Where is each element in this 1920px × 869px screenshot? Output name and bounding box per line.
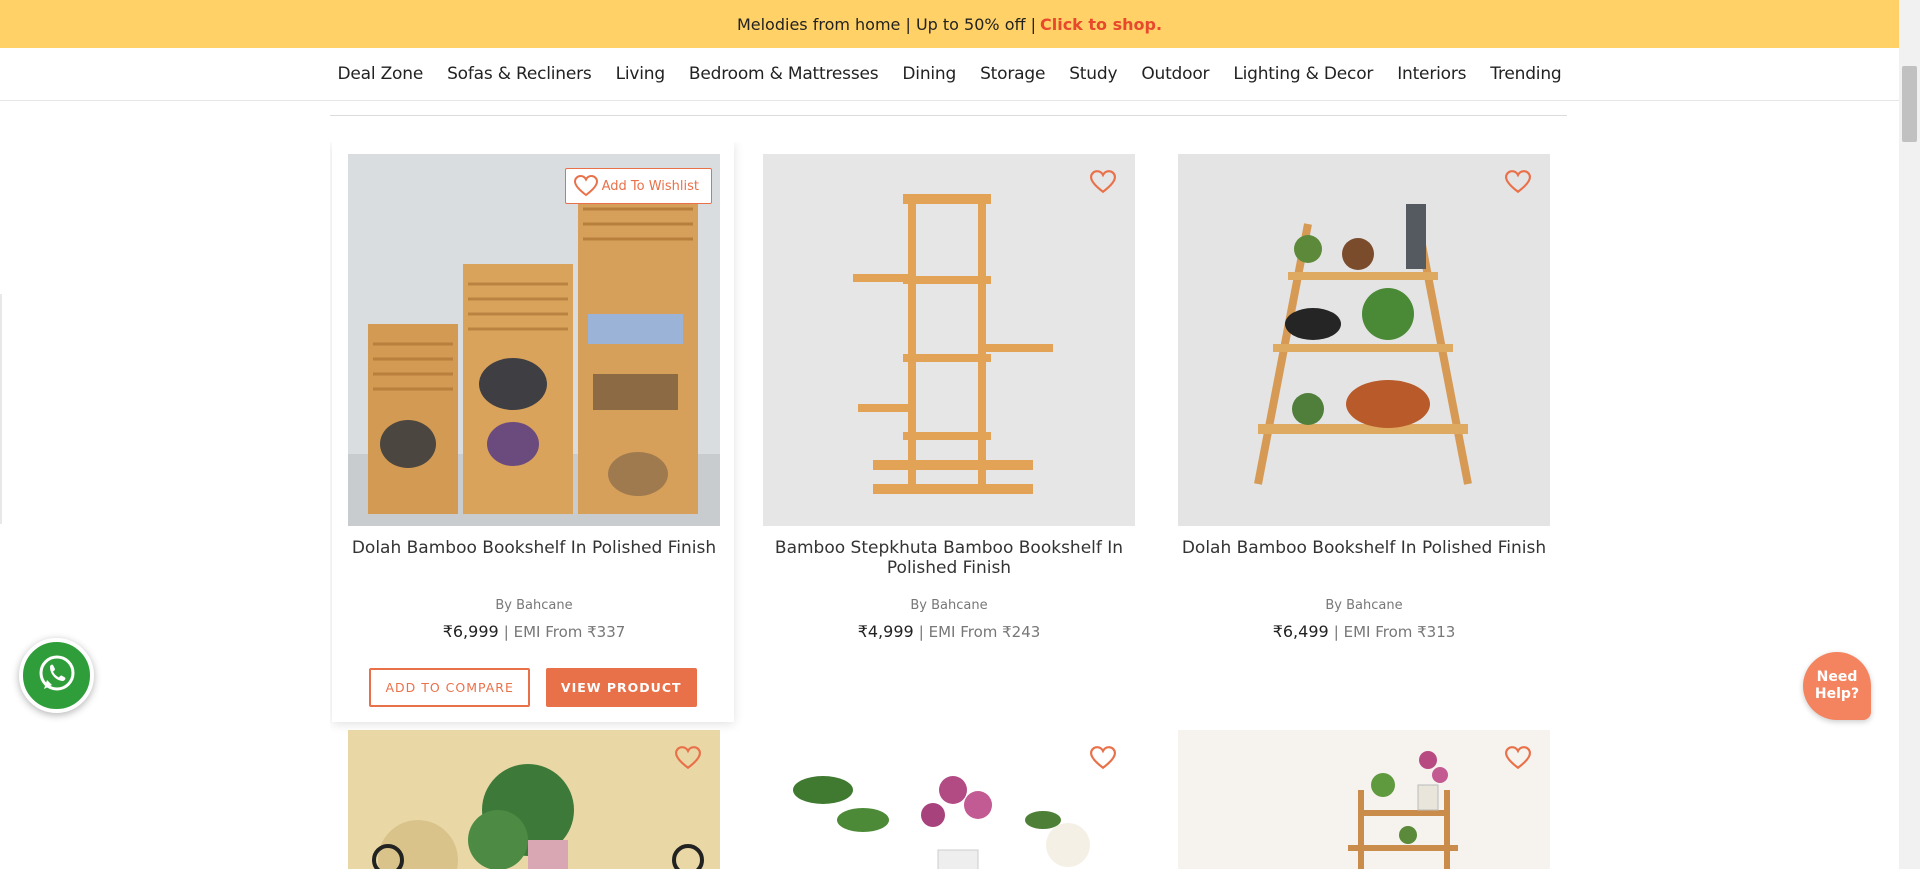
product-image[interactable] — [1178, 154, 1550, 526]
wishlist-heart-button[interactable] — [1089, 744, 1117, 772]
heart-icon — [573, 175, 598, 197]
product-image[interactable] — [763, 730, 1135, 869]
product-price: ₹6,999 — [442, 622, 499, 641]
nav-item-living[interactable]: Living — [616, 64, 666, 84]
product-grid: Add To Wishlist Dolah Bamboo Bookshelf I… — [330, 142, 1567, 869]
product-price-row: ₹4,999 | EMI From ₹243 — [763, 622, 1135, 641]
product-brand: By Bahcane — [910, 598, 988, 613]
need-help-button[interactable]: Need Help? — [1803, 652, 1871, 720]
heart-icon — [1505, 746, 1531, 770]
nav-item-storage[interactable]: Storage — [980, 64, 1045, 84]
product-emi: | EMI From ₹313 — [1333, 623, 1456, 641]
nav-item-trending[interactable]: Trending — [1490, 64, 1561, 84]
whatsapp-icon — [35, 652, 79, 700]
wishlist-heart-button[interactable] — [674, 744, 702, 772]
wishlist-heart-button[interactable] — [1504, 744, 1532, 772]
page-scrollbar[interactable] — [1899, 0, 1920, 869]
nav-item-interiors[interactable]: Interiors — [1397, 64, 1466, 84]
wishlist-label: Add To Wishlist — [601, 178, 699, 194]
whatsapp-chat-button[interactable] — [19, 638, 94, 713]
product-card[interactable]: Add To Wishlist Dolah Bamboo Bookshelf I… — [332, 142, 734, 722]
product-emi: | EMI From ₹337 — [503, 623, 626, 641]
view-product-button[interactable]: VIEW PRODUCT — [545, 668, 697, 707]
product-name[interactable]: Dolah Bamboo Bookshelf In Polished Finis… — [1178, 538, 1550, 558]
heart-icon — [1090, 746, 1116, 770]
nav-item-dining[interactable]: Dining — [902, 64, 956, 84]
nav-item-deal-zone[interactable]: Deal Zone — [338, 64, 424, 84]
product-name[interactable]: Dolah Bamboo Bookshelf In Polished Finis… — [348, 538, 720, 558]
promo-link[interactable]: Click to shop. — [1040, 15, 1162, 34]
add-to-wishlist-button[interactable]: Add To Wishlist — [564, 168, 712, 204]
product-price: ₹4,999 — [857, 622, 914, 641]
product-image[interactable]: Add To Wishlist — [348, 154, 720, 526]
nav-item-study[interactable]: Study — [1069, 64, 1117, 84]
wishlist-heart-button[interactable] — [1089, 168, 1117, 196]
heart-icon — [675, 746, 701, 770]
nav-item-outdoor[interactable]: Outdoor — [1141, 64, 1209, 84]
product-image[interactable] — [1178, 730, 1550, 869]
promo-text: Melodies from home | Up to 50% off | — [736, 14, 1036, 34]
scrollbar-thumb[interactable] — [1902, 66, 1917, 142]
product-card[interactable]: Dolah Bamboo Bookshelf In Polished Finis… — [1162, 142, 1564, 702]
product-price-row: ₹6,499 | EMI From ₹313 — [1178, 622, 1550, 641]
left-edge-strip — [0, 294, 2, 524]
product-card[interactable] — [747, 718, 1149, 869]
product-emi: | EMI From ₹243 — [918, 623, 1041, 641]
product-image[interactable] — [763, 154, 1135, 526]
product-card[interactable] — [332, 718, 734, 869]
nav-item-bedroom-mattresses[interactable]: Bedroom & Mattresses — [689, 64, 879, 84]
main-nav: Deal Zone Sofas & Recliners Living Bedro… — [0, 48, 1899, 101]
product-price: ₹6,499 — [1272, 622, 1329, 641]
nav-item-lighting-decor[interactable]: Lighting & Decor — [1233, 64, 1373, 84]
product-card[interactable] — [1162, 718, 1564, 869]
product-card[interactable]: Bamboo Stepkhuta Bamboo Bookshelf In Pol… — [747, 142, 1149, 702]
wishlist-heart-button[interactable] — [1504, 168, 1532, 196]
product-brand: By Bahcane — [1325, 598, 1403, 613]
product-image[interactable] — [348, 730, 720, 869]
product-actions: ADD TO COMPARE VIEW PRODUCT — [332, 668, 734, 707]
promo-banner: Melodies from home | Up to 50% off | Cli… — [0, 0, 1899, 48]
nav-item-sofas-recliners[interactable]: Sofas & Recliners — [447, 64, 592, 84]
section-divider — [330, 115, 1567, 116]
product-brand: By Bahcane — [495, 598, 573, 613]
add-to-compare-button[interactable]: ADD TO COMPARE — [369, 668, 530, 707]
heart-icon — [1090, 170, 1116, 194]
heart-icon — [1505, 170, 1531, 194]
product-price-row: ₹6,999 | EMI From ₹337 — [348, 622, 720, 641]
product-name[interactable]: Bamboo Stepkhuta Bamboo Bookshelf In Pol… — [763, 538, 1135, 578]
